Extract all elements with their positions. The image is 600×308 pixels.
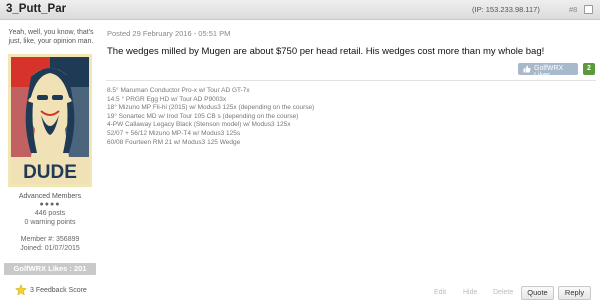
reply-button[interactable]: Reply bbox=[558, 286, 591, 300]
warning-points: 0 warning points bbox=[24, 219, 76, 226]
author-sidebar: Yeah, well, you know, that's just, like,… bbox=[0, 21, 100, 308]
rank-dots: ●●●● bbox=[39, 201, 61, 208]
thumbs-up-icon bbox=[523, 65, 531, 73]
avatar-caption: DUDE bbox=[23, 162, 77, 183]
like-button-label: GolfWRX Likes bbox=[534, 65, 564, 79]
post-timestamp: Posted 29 February 2016 - 05:51 PM bbox=[107, 29, 231, 38]
like-count-badge[interactable]: 2 bbox=[583, 63, 595, 75]
signature: 8.5° Maruman Conductor Pro-x w/ Tour AD … bbox=[107, 87, 314, 147]
post-message: The wedges milled by Mugen are about $75… bbox=[107, 46, 545, 57]
member-number: Member #: 356899 bbox=[20, 236, 80, 243]
signature-line: 19° Sonartec MD w/ Irod Tour 105 CB s (d… bbox=[107, 112, 299, 120]
user-tagline: Yeah, well, you know, that's just, like,… bbox=[8, 29, 94, 45]
signature-line: 60/08 Fourteen RM 21 w/ Modus3 125 Wedge bbox=[107, 138, 241, 146]
edit-link[interactable]: Edit bbox=[434, 289, 446, 301]
signature-line: 8.5° Maruman Conductor Pro-x w/ Tour AD … bbox=[107, 87, 250, 94]
username-link[interactable]: 3_Putt_Par bbox=[6, 3, 66, 15]
hide-link[interactable]: Hide bbox=[463, 289, 477, 301]
delete-link[interactable]: Delete bbox=[493, 289, 513, 301]
member-rank: Advanced Members bbox=[18, 193, 82, 200]
signature-line: 4-PW Callaway Legacy Black (Stenson mode… bbox=[107, 121, 291, 129]
star-icon bbox=[15, 284, 27, 296]
avatar-image: DUDE bbox=[11, 57, 89, 184]
feedback-score-label: 3 Feedback Score bbox=[30, 287, 87, 294]
post-count: 446 posts bbox=[34, 210, 66, 217]
join-date: Joined: 01/07/2015 bbox=[20, 245, 80, 252]
ip-address: (IP: 153.233.98.117) bbox=[472, 5, 540, 14]
signature-line: 52/07 + 56/12 Mizuno MP-T4 w/ Modus3 125… bbox=[107, 129, 241, 137]
signature-line: 18° Mizuno MP Fli-hi (2015) w/ Modus3 12… bbox=[107, 104, 315, 112]
golfwrx-likes-badge: GolfWRX Likes : 201 bbox=[4, 263, 96, 275]
avatar[interactable]: DUDE bbox=[8, 54, 92, 187]
post-header: 3_Putt_Par (IP: 153.233.98.117) #8 bbox=[0, 0, 600, 20]
signature-line: 14.5 ° PRGR Egg HD w/ Tour AD P9003x bbox=[107, 95, 227, 103]
post-number-link[interactable]: #8 bbox=[569, 5, 577, 14]
signature-divider bbox=[106, 80, 596, 81]
quote-button[interactable]: Quote bbox=[521, 286, 554, 300]
select-post-checkbox[interactable] bbox=[584, 5, 593, 14]
like-button[interactable]: GolfWRX Likes bbox=[518, 63, 578, 79]
